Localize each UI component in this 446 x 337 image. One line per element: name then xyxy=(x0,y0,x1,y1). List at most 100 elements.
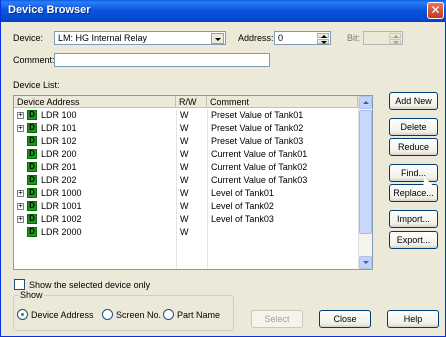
address-spinner[interactable]: 0 xyxy=(274,31,331,45)
device-address-cell: LDR 200 xyxy=(41,149,77,159)
device-icon: D xyxy=(27,201,37,211)
device-icon: D xyxy=(27,214,37,224)
device-list-label: Device List: xyxy=(13,80,60,90)
show-selected-checkbox[interactable] xyxy=(14,279,25,290)
scroll-down-icon[interactable] xyxy=(359,256,372,269)
close-icon: ✕ xyxy=(430,3,441,17)
radio-device-address[interactable] xyxy=(17,309,28,320)
bit-spinner[interactable] xyxy=(363,31,403,45)
radio-part-name[interactable] xyxy=(163,309,174,320)
expand-icon[interactable]: + xyxy=(17,214,24,223)
scroll-up-icon[interactable] xyxy=(359,96,372,109)
table-row[interactable]: + D LDR 1002 W Level of Tank03 xyxy=(14,213,358,226)
device-address-cell: LDR 201 xyxy=(41,162,77,172)
delete-button[interactable]: Delete xyxy=(389,118,438,136)
rw-cell: W xyxy=(180,201,189,211)
expand-icon[interactable]: + xyxy=(17,188,24,197)
comment-cell: Preset Value of Tank01 xyxy=(211,110,304,120)
comment-cell: Current Value of Tank03 xyxy=(211,175,308,185)
radio-device-address-label[interactable]: Device Address xyxy=(31,310,94,320)
table-row[interactable]: D LDR 102 W Preset Value of Tank03 xyxy=(14,135,358,148)
device-address-cell: LDR 1002 xyxy=(41,214,82,224)
rw-cell: W xyxy=(180,136,189,146)
table-row[interactable]: + D LDR 101 W Preset Value of Tank02 xyxy=(14,122,358,135)
expand-glyph: + xyxy=(18,123,23,132)
expand-glyph: + xyxy=(18,201,23,210)
radio-screen-no[interactable] xyxy=(102,309,113,320)
device-icon: D xyxy=(27,188,37,198)
comment-label: Comment: xyxy=(13,55,55,65)
vertical-scrollbar[interactable] xyxy=(358,96,372,269)
table-row[interactable]: + D LDR 100 W Preset Value of Tank01 xyxy=(14,109,358,122)
table-row[interactable]: D LDR 201 W Current Value of Tank02 xyxy=(14,161,358,174)
rw-cell: W xyxy=(180,214,189,224)
list-header: Device Address R/W Comment xyxy=(14,96,358,108)
export-button[interactable]: Export... xyxy=(389,231,438,249)
help-button[interactable]: Help xyxy=(387,310,439,328)
spin-down-icon xyxy=(389,39,401,44)
device-icon: D xyxy=(27,162,37,172)
device-address-cell: LDR 1000 xyxy=(41,188,82,198)
device-address-cell: LDR 1001 xyxy=(41,201,82,211)
reduce-button[interactable]: Reduce xyxy=(389,138,438,156)
expand-icon[interactable]: + xyxy=(17,110,24,119)
column-header-device-address[interactable]: Device Address xyxy=(14,96,176,108)
spin-up-icon[interactable] xyxy=(317,33,329,38)
expand-icon[interactable]: + xyxy=(17,123,24,132)
device-icon: D xyxy=(27,110,37,120)
table-row[interactable]: D LDR 2000 W xyxy=(14,226,358,239)
device-icon: D xyxy=(27,136,37,146)
rw-cell: W xyxy=(180,227,189,237)
expand-glyph: + xyxy=(18,214,23,223)
device-address-cell: LDR 2000 xyxy=(41,227,82,237)
device-icon: D xyxy=(27,175,37,185)
address-label: Address: xyxy=(238,33,274,43)
device-list[interactable]: Device Address R/W Comment + D LDR 100 W Pre… xyxy=(13,95,373,270)
title-bar[interactable]: Device Browser ✕ xyxy=(1,0,446,22)
select-button[interactable]: Select xyxy=(251,310,303,328)
spin-down-icon[interactable] xyxy=(317,39,329,44)
device-address-cell: LDR 100 xyxy=(41,110,77,120)
comment-cell: Current Value of Tank01 xyxy=(211,149,308,159)
table-row[interactable]: D LDR 200 W Current Value of Tank01 xyxy=(14,148,358,161)
replace-button[interactable]: Replace... xyxy=(389,184,438,202)
device-address-cell: LDR 202 xyxy=(41,175,77,185)
rw-cell: W xyxy=(180,110,189,120)
rw-cell: W xyxy=(180,175,189,185)
table-row[interactable]: D LDR 202 W Current Value of Tank03 xyxy=(14,174,358,187)
rw-cell: W xyxy=(180,162,189,172)
table-row[interactable]: + D LDR 1000 W Level of Tank01 xyxy=(14,187,358,200)
radio-screen-no-label[interactable]: Screen No. xyxy=(116,310,161,320)
comment-cell: Level of Tank01 xyxy=(211,188,274,198)
comment-cell: Level of Tank03 xyxy=(211,214,274,224)
comment-cell: Preset Value of Tank03 xyxy=(211,136,304,146)
add-new-button[interactable]: Add New xyxy=(389,92,438,110)
comment-cell: Level of Tank02 xyxy=(211,201,274,211)
close-window-button[interactable]: ✕ xyxy=(427,2,444,19)
scrollbar-thumb[interactable] xyxy=(359,110,372,234)
window-title: Device Browser xyxy=(8,4,91,16)
column-header-comment[interactable]: Comment xyxy=(207,96,358,108)
spin-up-icon xyxy=(389,33,401,38)
comment-cell: Preset Value of Tank02 xyxy=(211,123,304,133)
device-address-cell: LDR 102 xyxy=(41,136,77,146)
show-group-title: Show xyxy=(19,290,44,300)
column-header-rw[interactable]: R/W xyxy=(176,96,207,108)
expand-glyph: + xyxy=(18,188,23,197)
device-select[interactable]: LM: HG Internal Relay xyxy=(54,31,226,45)
expand-icon[interactable]: + xyxy=(17,201,24,210)
list-rows: + D LDR 100 W Preset Value of Tank01 + D LDR 10… xyxy=(14,109,358,239)
rw-cell: W xyxy=(180,188,189,198)
show-selected-label: Show the selected device only xyxy=(29,280,151,290)
expand-glyph: + xyxy=(18,110,23,119)
address-value: 0 xyxy=(278,33,284,43)
comment-cell: Current Value of Tank02 xyxy=(211,162,308,172)
close-button[interactable]: Close xyxy=(319,310,371,328)
comment-field[interactable] xyxy=(54,53,270,67)
device-select-value: LM: HG Internal Relay xyxy=(58,33,148,43)
radio-part-name-label[interactable]: Part Name xyxy=(177,310,220,320)
device-icon: D xyxy=(27,123,37,133)
import-button[interactable]: Import... xyxy=(389,210,438,228)
table-row[interactable]: + D LDR 1001 W Level of Tank02 xyxy=(14,200,358,213)
chevron-down-icon[interactable] xyxy=(211,33,224,44)
